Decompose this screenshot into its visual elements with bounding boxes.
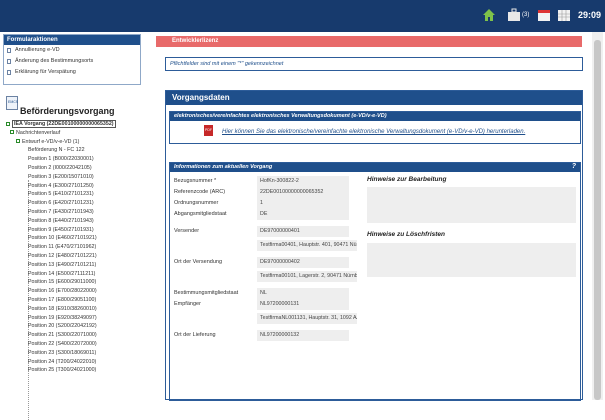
pdf-icon[interactable]: PDF [204,125,213,136]
vorgangsdaten-title: Vorgangsdaten [166,91,582,105]
field-value: NL [257,288,349,299]
tree-toggle-icon[interactable] [10,130,14,135]
tree-item[interactable]: Position 24 (T200/24022010) [6,358,146,367]
tree-item[interactable]: Nachrichtenverlauf [6,129,146,138]
tree-item[interactable]: Position 17 (E800/29051100) [6,296,146,305]
tree-item[interactable]: Position 11 (E470/27101962) [6,243,146,252]
form-actions-panel: Formularaktionen Annullierung e-VD Änder… [3,34,141,85]
tree-item[interactable]: Position 7 (E430/27101943) [6,208,146,217]
tree-item[interactable]: Position 15 (E600/29011000) [6,278,146,287]
edoc-download-link[interactable]: Hier können Sie das elektronische/verein… [222,129,525,135]
document-icon [7,48,11,53]
tree-item[interactable]: Position 19 (E920/38249097) [6,314,146,323]
tree-item[interactable]: Position 3 (E200/15071010) [6,173,146,182]
help-icon[interactable]: ? [572,163,576,170]
field-value: TestfirmaNL001131, Hauptstr. 31, 1092 AA… [257,313,357,324]
action-aenderung-bestimmungsort[interactable]: Änderung des Bestimmungsorts [4,56,140,67]
field-value: DE97000000401 [257,226,349,237]
tree-item[interactable]: Position 1 (B000/22030001) [6,155,146,164]
field-value: NL97200000132 [257,330,349,341]
field-label: Abgangsmitgliedstaat [174,211,227,217]
developer-license-banner: Entwicklerlizenz [156,36,582,47]
field-label: Ordnungsnummer [174,200,219,206]
process-tree: IEA Vorgang (22DE00100000000065352) Nachr… [6,120,146,420]
emcs-document-icon: EMCS [6,96,18,110]
tree-item[interactable]: Position 14 (E500/27111211) [6,270,146,279]
hint-loeschfristen-box [367,243,576,277]
scrollbar-thumb[interactable] [594,40,601,400]
tree-item[interactable]: Beförderung N - FC 122 [6,146,146,155]
calendar-icon[interactable] [537,8,551,22]
tree-root-item[interactable]: IEA Vorgang (22DE00100000000065352) [6,120,146,129]
field-value: 1 [257,198,349,209]
briefcase-icon[interactable] [507,8,521,22]
hint-bearbeitung-box [367,187,576,223]
hint-bearbeitung-label: Hinweise zur Bearbeitung [367,176,447,183]
tree-item[interactable]: Position 12 (E480/27101221) [6,252,146,261]
top-bar: (3) 29:09 [0,0,605,32]
document-icon [7,59,11,64]
hint-loeschfristen-label: Hinweise zu Löschfristen [367,231,446,238]
tree-item[interactable]: Position 4 (E300/27101250) [6,182,146,191]
field-label: Versender [174,228,200,234]
edoc-header: elektronisches/vereinfachtes elektronisc… [170,112,580,121]
field-label: Ort der Lieferung [174,332,216,338]
form-actions-header: Formularaktionen [4,35,140,45]
tree-item[interactable]: Position 8 (E440/27101943) [6,217,146,226]
action-erklaerung-verspaetung[interactable]: Erklärung für Verspätung [4,67,140,78]
tree-item[interactable]: Position 6 (E420/27101231) [6,199,146,208]
tree-item[interactable]: Position 16 (E700/28022000) [6,287,146,296]
notification-count: (3) [522,12,530,18]
field-value: Testfirma00101, Lagerstr. 2, 90471 Nürnb… [257,271,357,282]
tree-item[interactable]: Position 23 (S300/18069011) [6,349,146,358]
field-label: Bezugsnummer * [174,178,217,184]
home-icon[interactable] [482,8,496,22]
field-value: DE97000000402 [257,257,349,268]
field-label: Referenzcode (ARC) [174,189,226,195]
clock: 29:09 [578,10,602,20]
edoc-section: elektronisches/vereinfachtes elektronisc… [169,111,581,144]
tree-item[interactable]: Position 22 (S400/22072000) [6,340,146,349]
process-title: Beförderungsvorgang [20,106,115,116]
document-icon [7,70,11,75]
tree-item[interactable]: Position 5 (E410/27101231) [6,190,146,199]
tree-toggle-icon[interactable] [16,139,20,144]
field-label: Empfänger [174,301,201,307]
tree-item[interactable]: Position 10 (E460/27101921) [6,234,146,243]
field-value: NL97200000131 [257,299,349,310]
tree-item[interactable]: Position 13 (E490/27101211) [6,261,146,270]
tree-toggle-icon[interactable] [6,121,10,126]
required-fields-note: Pflichtfelder sind mit einem "*" gekennz… [165,57,583,71]
field-label: Ort der Versendung [174,259,223,265]
tree-item[interactable]: Entwurf e-VD/v-e-VD (1) [6,138,146,147]
tree-item[interactable]: Position 25 (T300/24021000) [6,366,146,375]
tree-item[interactable]: Position 2 (I000/22042105) [6,164,146,173]
field-value: DE [257,209,349,220]
field-value: HofKn-300822-2 [257,176,349,187]
info-header: Informationen zum aktuellen Vorgang? [170,163,580,172]
action-annullierung[interactable]: Annullierung e-VD [4,45,140,56]
tree-item[interactable]: Position 20 (S200/22042192) [6,322,146,331]
tree-item[interactable]: Position 21 (S300/22071000) [6,331,146,340]
vorgangsdaten-panel: Vorgangsdaten elektronisches/vereinfacht… [165,90,583,401]
tree-item[interactable]: Position 9 (E450/27101931) [6,226,146,235]
current-process-info: Informationen zum aktuellen Vorgang? Bez… [169,162,581,401]
field-value: Testfirma00401, Hauptstr. 401, 90471 Nür… [257,240,357,251]
field-value: 22DE00100000000065352 [257,187,349,198]
tree-item[interactable]: Position 18 (E910/38260010) [6,305,146,314]
field-label: Bestimmungsmitgliedstaat [174,290,239,296]
calendar-grid-icon[interactable] [557,8,571,22]
